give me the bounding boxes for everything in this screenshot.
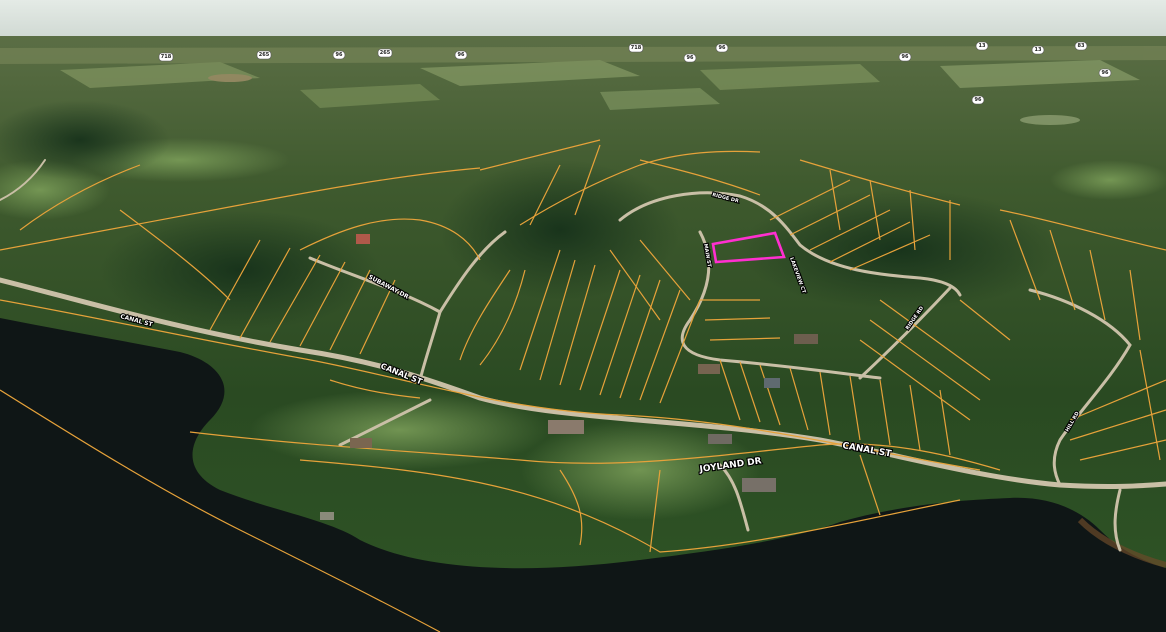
highway-shield: 718 bbox=[158, 52, 174, 62]
highway-shield: 96 bbox=[715, 43, 729, 53]
highway-shield: 96 bbox=[1098, 68, 1112, 78]
highway-shield: 83 bbox=[1074, 41, 1088, 51]
svg-text:718: 718 bbox=[631, 45, 642, 51]
highway-shield: 265 bbox=[256, 50, 272, 60]
sky bbox=[0, 0, 1166, 40]
satellite-map[interactable]: CANAL ST CANAL ST JOYLAND DR CANAL ST SU… bbox=[0, 0, 1166, 632]
svg-text:96: 96 bbox=[1102, 70, 1109, 76]
highway-shield: 13 bbox=[975, 41, 989, 51]
svg-text:96: 96 bbox=[336, 52, 343, 58]
svg-text:96: 96 bbox=[975, 97, 982, 103]
highway-shield: 265 bbox=[377, 48, 393, 58]
highway-shield: 718 bbox=[628, 43, 644, 53]
highway-shield: 96 bbox=[683, 53, 697, 63]
highway-shield: 96 bbox=[454, 50, 468, 60]
highway-shield: 13 bbox=[1031, 45, 1045, 55]
svg-text:265: 265 bbox=[259, 52, 270, 58]
svg-text:13: 13 bbox=[1035, 47, 1042, 53]
svg-text:96: 96 bbox=[458, 52, 465, 58]
highway-shield: 96 bbox=[332, 50, 346, 60]
svg-text:83: 83 bbox=[1078, 43, 1085, 49]
svg-text:265: 265 bbox=[380, 50, 391, 56]
highway-shield: 96 bbox=[898, 52, 912, 62]
svg-text:718: 718 bbox=[161, 54, 172, 60]
highway-shield: 96 bbox=[971, 95, 985, 105]
svg-text:13: 13 bbox=[979, 43, 986, 49]
svg-text:96: 96 bbox=[902, 54, 909, 60]
svg-text:96: 96 bbox=[687, 55, 694, 61]
svg-text:96: 96 bbox=[719, 45, 726, 51]
